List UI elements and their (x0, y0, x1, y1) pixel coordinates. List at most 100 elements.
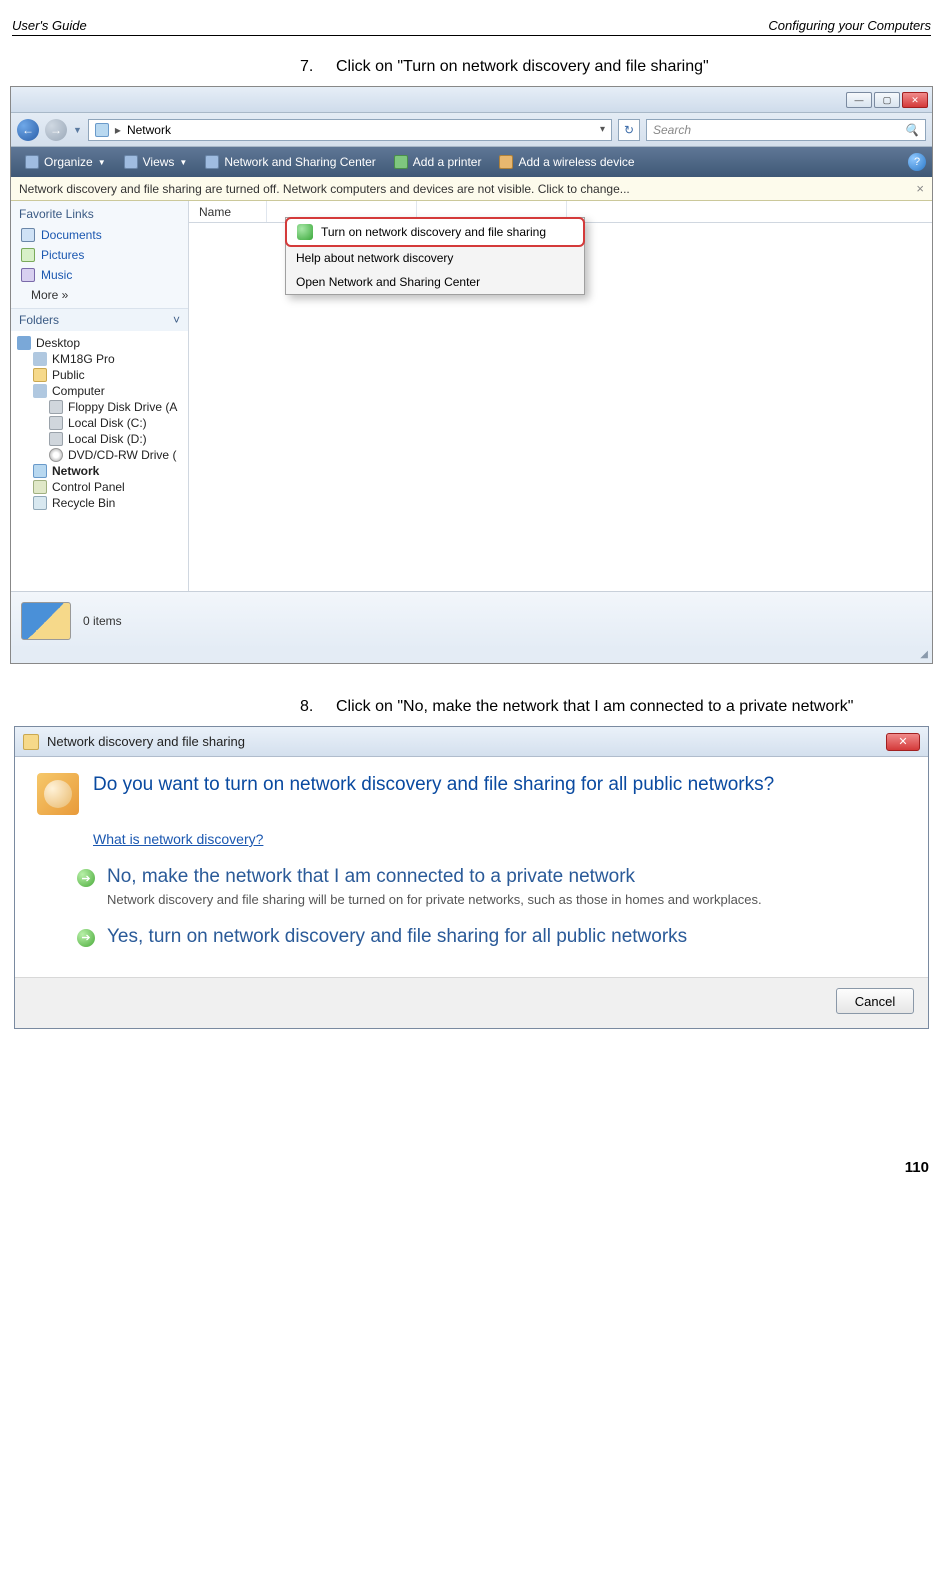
sidebar: Favorite Links Documents Pictures Music … (11, 201, 189, 591)
tree-network[interactable]: Network (11, 463, 188, 479)
column-name[interactable]: Name (189, 201, 267, 222)
step-8: 8. Click on "No, make the network that I… (0, 694, 943, 726)
dialog-heading: Do you want to turn on network discovery… (93, 773, 906, 815)
close-button[interactable]: ✕ (902, 92, 928, 108)
tree-local-c[interactable]: Local Disk (C:) (11, 415, 188, 431)
tree-label: Local Disk (C:) (68, 416, 147, 430)
tree-dvd[interactable]: DVD/CD-RW Drive ( (11, 447, 188, 463)
control-panel-icon (33, 480, 47, 494)
menu-open-nsc[interactable]: Open Network and Sharing Center (286, 270, 584, 294)
info-bar[interactable]: Network discovery and file sharing are t… (11, 177, 932, 201)
music-label: Music (41, 268, 72, 282)
step-8-text: Click on "No, make the network that I am… (336, 698, 931, 716)
tree-public[interactable]: Public (11, 367, 188, 383)
tree-recycle-bin[interactable]: Recycle Bin (11, 495, 188, 511)
tree-km18g[interactable]: KM18G Pro (11, 351, 188, 367)
tree-label: Network (52, 464, 99, 478)
minimize-button[interactable]: — (846, 92, 872, 108)
folder-tree: Desktop KM18G Pro Public Computer Floppy… (11, 331, 188, 591)
help-button[interactable]: ? (908, 153, 926, 171)
menu-turn-on-discovery[interactable]: Turn on network discovery and file shari… (285, 217, 585, 247)
tree-local-d[interactable]: Local Disk (D:) (11, 431, 188, 447)
dialog-icon (23, 734, 39, 750)
search-input[interactable]: Search 🔍 (646, 119, 926, 141)
dialog-footer: Cancel (15, 977, 928, 1028)
printer-icon (394, 155, 408, 169)
tree-desktop[interactable]: Desktop (11, 335, 188, 351)
sidebar-link-pictures[interactable]: Pictures (11, 245, 188, 265)
pictures-icon (21, 248, 35, 262)
option-private-network[interactable]: ➔ No, make the network that I am connect… (77, 865, 906, 907)
breadcrumb-sep-icon: ▸ (115, 123, 121, 137)
tree-label: Desktop (36, 336, 80, 350)
disc-icon (49, 448, 63, 462)
tree-label: KM18G Pro (52, 352, 115, 366)
chevron-down-icon: ▼ (98, 158, 106, 167)
add-wireless-button[interactable]: Add a wireless device (491, 150, 642, 174)
add-printer-button[interactable]: Add a printer (386, 150, 490, 174)
address-bar[interactable]: ▸ Network ▾ (88, 119, 612, 141)
tree-label: Floppy Disk Drive (A (68, 400, 177, 414)
address-dropdown-icon[interactable]: ▾ (600, 124, 605, 135)
nav-forward-button[interactable]: → (45, 119, 67, 141)
sidebar-more-link[interactable]: More » (11, 285, 188, 308)
option-public-networks[interactable]: ➔ Yes, turn on network discovery and fil… (77, 925, 906, 950)
window-titlebar[interactable]: — ▢ ✕ (11, 87, 932, 113)
tree-label: Recycle Bin (52, 496, 115, 510)
menu-item-label: Help about network discovery (296, 251, 453, 265)
sidebar-link-music[interactable]: Music (11, 265, 188, 285)
tree-control-panel[interactable]: Control Panel (11, 479, 188, 495)
step-7: 7. Click on "Turn on network discovery a… (0, 54, 943, 86)
nav-back-button[interactable]: ← (17, 119, 39, 141)
sidebar-link-documents[interactable]: Documents (11, 225, 188, 245)
nav-history-caret[interactable]: ▼ (73, 125, 82, 135)
maximize-button[interactable]: ▢ (874, 92, 900, 108)
dialog-close-button[interactable]: ✕ (886, 733, 920, 751)
views-label: Views (143, 155, 175, 169)
views-button[interactable]: Views ▼ (116, 150, 196, 174)
info-bar-close-icon[interactable]: × (916, 181, 924, 196)
pc-icon (33, 352, 47, 366)
menu-item-label: Turn on network discovery and file shari… (321, 225, 546, 239)
header-left: User's Guide (12, 18, 87, 33)
status-text: 0 items (83, 614, 122, 628)
dialog-titlebar[interactable]: Network discovery and file sharing ✕ (15, 727, 928, 757)
main-content: Name Turn on network discovery and file … (189, 201, 932, 591)
floppy-icon (49, 400, 63, 414)
page-header: User's Guide Configuring your Computers (0, 0, 943, 35)
network-discovery-dialog: Network discovery and file sharing ✕ Do … (14, 726, 929, 1029)
menu-item-label: Open Network and Sharing Center (296, 275, 480, 289)
option-subtitle: Network discovery and file sharing will … (107, 892, 762, 907)
status-thumbnail-icon (21, 602, 71, 640)
tree-computer[interactable]: Computer (11, 383, 188, 399)
step-8-number: 8. (300, 698, 318, 716)
folders-heading[interactable]: Folders ˅ (11, 308, 188, 331)
search-icon: 🔍 (904, 123, 919, 137)
toolbar: Organize ▼ Views ▼ Network and Sharing C… (11, 147, 932, 177)
network-icon (33, 464, 47, 478)
documents-icon (21, 228, 35, 242)
search-placeholder: Search (653, 123, 691, 137)
add-printer-label: Add a printer (413, 155, 482, 169)
cancel-button[interactable]: Cancel (836, 988, 914, 1014)
header-right: Configuring your Computers (768, 18, 931, 33)
tree-label: DVD/CD-RW Drive ( (68, 448, 176, 462)
computer-icon (33, 384, 47, 398)
refresh-button[interactable]: ↻ (618, 119, 640, 141)
breadcrumb-network[interactable]: Network (127, 123, 171, 137)
chevron-down-icon: ▼ (179, 158, 187, 167)
organize-button[interactable]: Organize ▼ (17, 150, 114, 174)
desktop-icon (17, 336, 31, 350)
network-sharing-center-button[interactable]: Network and Sharing Center (197, 150, 383, 174)
what-is-network-discovery-link[interactable]: What is network discovery? (93, 831, 263, 847)
explorer-window: — ▢ ✕ ← → ▼ ▸ Network ▾ ↻ Search 🔍 Organ… (10, 86, 933, 664)
views-icon (124, 155, 138, 169)
organize-label: Organize (44, 155, 93, 169)
documents-label: Documents (41, 228, 102, 242)
tree-floppy[interactable]: Floppy Disk Drive (A (11, 399, 188, 415)
header-rule (12, 35, 931, 36)
resize-grip[interactable]: ◢ (11, 649, 932, 663)
music-icon (21, 268, 35, 282)
wireless-icon (499, 155, 513, 169)
menu-help-discovery[interactable]: Help about network discovery (286, 246, 584, 270)
